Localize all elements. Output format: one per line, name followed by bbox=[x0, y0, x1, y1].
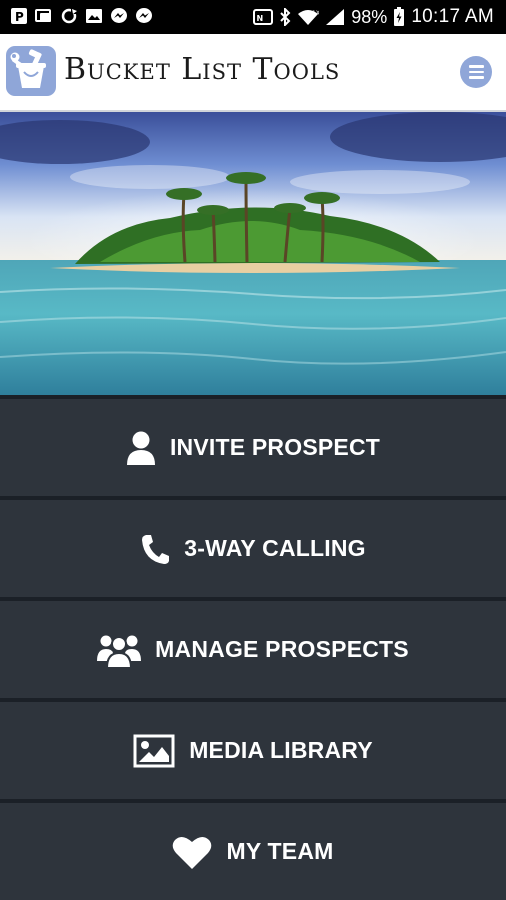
system-icons: N 1X 98% 10:17 AM bbox=[253, 0, 494, 34]
tropical-island-hero-image bbox=[0, 112, 506, 395]
svg-text:N: N bbox=[257, 14, 264, 23]
image-icon bbox=[133, 734, 175, 768]
phone-icon bbox=[140, 533, 170, 565]
battery-icon bbox=[394, 7, 405, 26]
heart-icon bbox=[172, 834, 212, 870]
bluetooth-icon bbox=[280, 8, 291, 26]
bucket-tools-logo-icon[interactable] bbox=[6, 46, 56, 96]
manage-prospects-label: MANAGE PROSPECTS bbox=[155, 636, 409, 662]
wifi-icon: 1X bbox=[298, 10, 319, 25]
invite-prospect-label: INVITE PROSPECT bbox=[169, 434, 381, 460]
parking-notification-icon: P bbox=[11, 8, 27, 24]
three-way-calling-label: 3-WAY CALLING bbox=[184, 535, 366, 561]
nfc-icon: N bbox=[253, 9, 274, 25]
hamburger-menu-icon[interactable] bbox=[460, 56, 492, 88]
media-library-button[interactable]: MEDIA LIBRARY bbox=[0, 702, 506, 799]
svg-text:P: P bbox=[15, 10, 24, 24]
group-icon bbox=[97, 631, 142, 669]
app-header: Bucket List Tools bbox=[0, 34, 506, 112]
manage-prospects-button[interactable]: MANAGE PROSPECTS bbox=[0, 601, 506, 698]
status-bar: P N 1X 98% 10:17 AM bbox=[0, 0, 506, 34]
main-menu: INVITE PROSPECT 3-WAY CALLING MANAGE PRO… bbox=[0, 395, 506, 900]
invite-prospect-button[interactable]: INVITE PROSPECT bbox=[0, 399, 506, 496]
photo-notification-icon bbox=[35, 9, 51, 22]
clock: 10:17 AM bbox=[411, 6, 494, 27]
sync-notification-icon bbox=[61, 8, 77, 24]
signal-icon bbox=[326, 9, 345, 25]
brand-name: Bucket List Tools bbox=[64, 52, 341, 87]
messenger-icon bbox=[136, 8, 152, 23]
my-team-label: MY TEAM bbox=[226, 838, 334, 864]
my-team-button[interactable]: MY TEAM bbox=[0, 803, 506, 900]
notification-icons: P bbox=[10, 7, 153, 25]
svg-text:1X: 1X bbox=[312, 10, 319, 17]
messenger-icon bbox=[111, 8, 127, 23]
three-way-calling-button[interactable]: 3-WAY CALLING bbox=[0, 500, 506, 597]
gallery-notification-icon bbox=[86, 9, 102, 23]
battery-percent: 98% bbox=[351, 6, 388, 27]
media-library-label: MEDIA LIBRARY bbox=[189, 737, 373, 763]
user-icon bbox=[126, 430, 156, 466]
